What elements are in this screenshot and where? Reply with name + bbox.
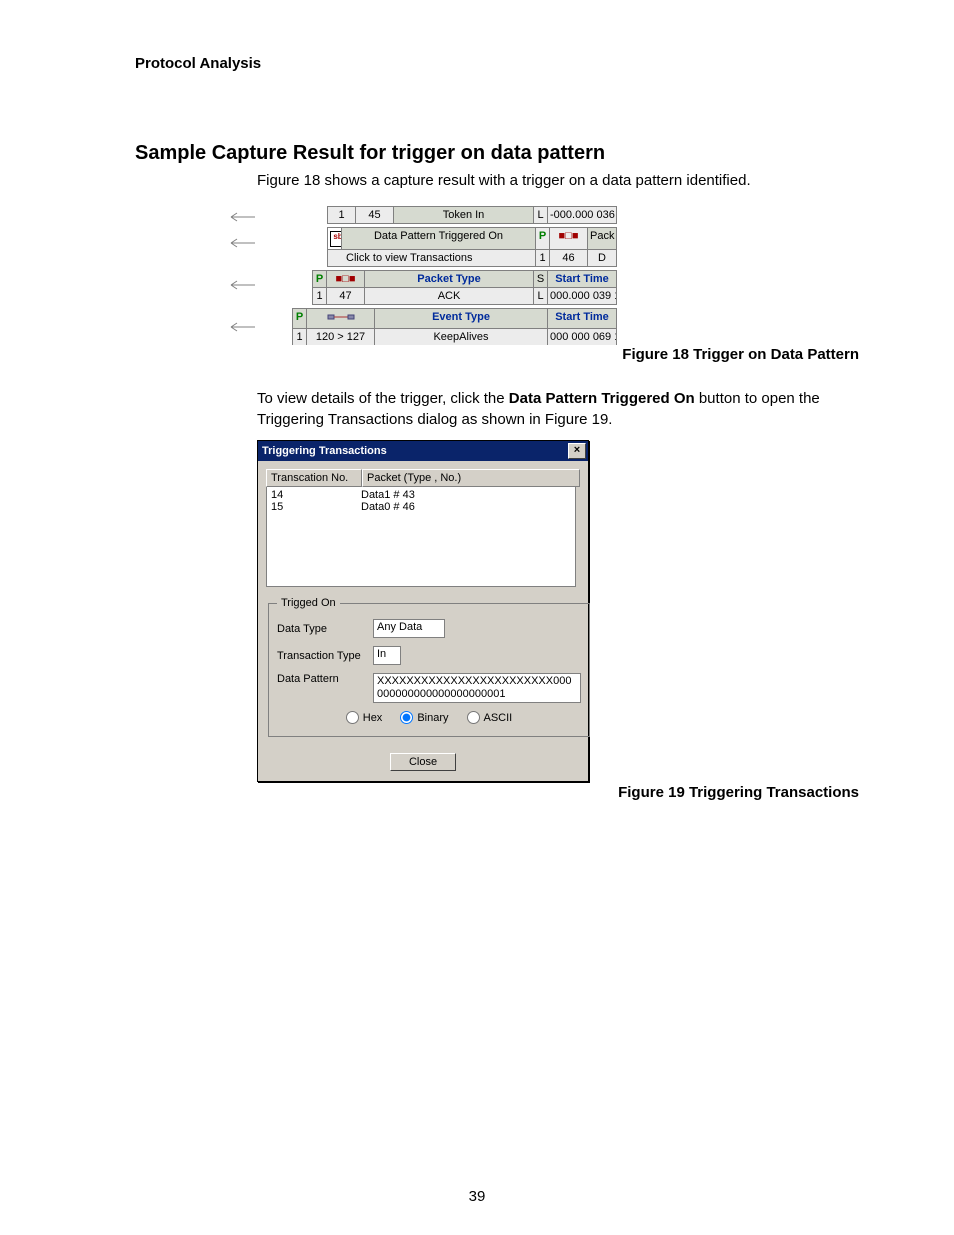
cell-flag-s: S bbox=[534, 271, 548, 287]
cell-flag-l: L bbox=[534, 288, 548, 304]
cell-ack: ACK bbox=[365, 288, 534, 304]
cell-keepalives: KeepAlives bbox=[375, 329, 548, 345]
cell-time: 000.000 039 13 bbox=[548, 288, 616, 304]
trigged-on-groupbox: Trigged On Data Type Any Data Transactio… bbox=[268, 597, 590, 737]
cell-flag-p: P bbox=[313, 271, 327, 287]
list-item[interactable]: 15 Data0 # 46 bbox=[271, 501, 571, 513]
radio-binary-input[interactable] bbox=[400, 711, 413, 724]
list-item-packet: Data0 # 46 bbox=[361, 501, 571, 513]
section-intro: Figure 18 shows a capture result with a … bbox=[257, 170, 859, 191]
cell-pack: Pack bbox=[588, 228, 616, 249]
close-button[interactable]: Close bbox=[390, 753, 456, 771]
list-item-no: 15 bbox=[271, 501, 361, 513]
figure-19-caption: Figure 19 Triggering Transactions bbox=[135, 784, 859, 801]
radio-hex[interactable]: Hex bbox=[346, 711, 383, 724]
cell-one: 1 bbox=[536, 250, 550, 266]
radio-hex-input[interactable] bbox=[346, 711, 359, 724]
trigged-on-label: Trigged On bbox=[277, 597, 340, 609]
data-type-field[interactable]: Any Data bbox=[373, 619, 445, 638]
cell-token: Token In bbox=[394, 207, 534, 223]
cell-packet-no: 45 bbox=[356, 207, 394, 223]
cell-time: -000.000 036 20 bbox=[548, 207, 616, 223]
dialog-title: Triggering Transactions bbox=[262, 445, 387, 457]
list-item[interactable]: 14 Data1 # 43 bbox=[271, 489, 571, 501]
usb-icon: sb bbox=[328, 228, 342, 249]
event-icon bbox=[307, 309, 375, 328]
list-item-no: 14 bbox=[271, 489, 361, 501]
transactions-list-header: Transcation No. Packet (Type , No.) bbox=[266, 469, 580, 487]
data-pattern-label: Data Pattern bbox=[277, 673, 367, 685]
event-svg-icon bbox=[326, 311, 356, 323]
cell-time: 000 000 069 15 bbox=[548, 329, 616, 345]
transaction-type-label: Transaction Type bbox=[277, 650, 367, 662]
cell-event-type-header: Event Type bbox=[375, 309, 548, 328]
radio-binary-label: Binary bbox=[417, 712, 448, 724]
mid-button-name: Data Pattern Triggered On bbox=[509, 390, 695, 407]
figure-18-caption: Figure 18 Trigger on Data Pattern bbox=[135, 346, 859, 363]
transaction-type-field[interactable]: In bbox=[373, 646, 401, 665]
column-transaction-no[interactable]: Transcation No. bbox=[266, 469, 362, 487]
figure-18-capture-result: 1 45 Token In L -000.000 036 20 sb Data … bbox=[257, 206, 617, 345]
cell-one: 1 bbox=[293, 329, 307, 345]
section-title: Sample Capture Result for trigger on dat… bbox=[135, 142, 859, 165]
data-type-label: Data Type bbox=[277, 623, 367, 635]
row-arrow-icon bbox=[227, 318, 255, 336]
radio-hex-label: Hex bbox=[363, 712, 383, 724]
row-arrow-icon bbox=[227, 234, 255, 252]
cell-start-time-header: Start Time bbox=[548, 271, 616, 287]
row-arrow-icon bbox=[227, 208, 255, 226]
data-pattern-field[interactable]: XXXXXXXXXXXXXXXXXXXXXXXX0000000000000000… bbox=[373, 673, 581, 703]
cell-range: 120 > 127 bbox=[307, 329, 375, 345]
cell-start-time-header: Start Time bbox=[548, 309, 616, 328]
mid-paragraph: To view details of the trigger, click th… bbox=[257, 388, 859, 430]
radio-ascii-input[interactable] bbox=[467, 711, 480, 724]
encoding-radios: Hex Binary ASCII bbox=[277, 711, 581, 724]
column-packet[interactable]: Packet (Type , No.) bbox=[362, 469, 580, 487]
radio-ascii-label: ASCII bbox=[484, 712, 513, 724]
cell-flag: L bbox=[534, 207, 548, 223]
cell-flag-p: P bbox=[536, 228, 550, 249]
cell-flag-p: P bbox=[293, 309, 307, 328]
cell-one: 1 bbox=[313, 288, 327, 304]
page-number: 39 bbox=[0, 1188, 954, 1205]
data-pattern-triggered-on-button[interactable]: Data Pattern Triggered On bbox=[342, 228, 536, 249]
page-header: Protocol Analysis bbox=[135, 55, 859, 72]
transactions-list[interactable]: 14 Data1 # 43 15 Data0 # 46 bbox=[266, 487, 576, 587]
close-icon[interactable]: × bbox=[568, 443, 586, 459]
cell-col1: 1 bbox=[328, 207, 356, 223]
list-item-packet: Data1 # 43 bbox=[361, 489, 571, 501]
radio-binary[interactable]: Binary bbox=[400, 711, 448, 724]
radio-ascii[interactable]: ASCII bbox=[467, 711, 513, 724]
dialog-titlebar[interactable]: Triggering Transactions × bbox=[258, 441, 588, 461]
mid-pre: To view details of the trigger, click th… bbox=[257, 390, 509, 407]
cell-packet-no: 46 bbox=[550, 250, 588, 266]
packet-seq-icon: ■□■ bbox=[550, 228, 588, 249]
click-to-view-transactions-link[interactable]: Click to view Transactions bbox=[328, 250, 536, 266]
row-arrow-icon bbox=[227, 276, 255, 294]
cell-packet-no: 47 bbox=[327, 288, 365, 304]
cell-packet-type-header: Packet Type bbox=[365, 271, 534, 287]
cell-d: D bbox=[588, 250, 616, 266]
triggering-transactions-dialog: Triggering Transactions × Transcation No… bbox=[257, 440, 589, 782]
packet-seq-icon: ■□■ bbox=[327, 271, 365, 287]
